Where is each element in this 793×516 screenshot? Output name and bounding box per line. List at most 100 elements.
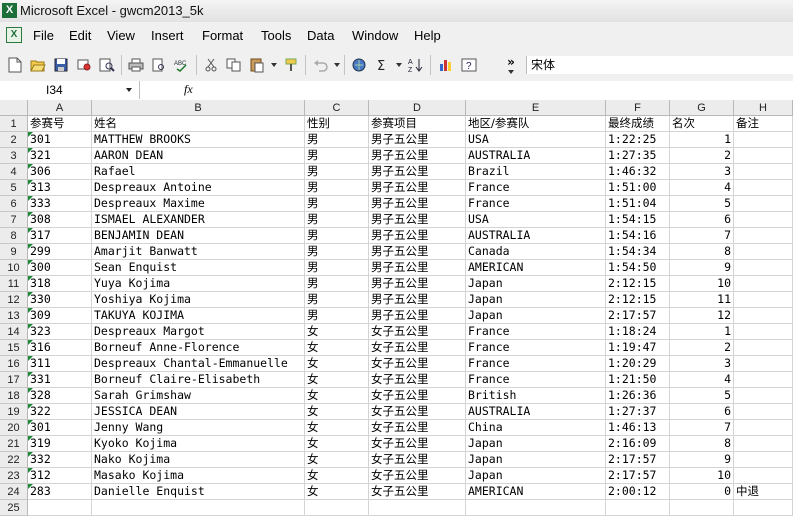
table-cell[interactable]: 331 (28, 372, 92, 388)
table-cell[interactable]: AUSTRALIA (466, 148, 606, 164)
table-cell[interactable] (466, 500, 606, 516)
table-cell[interactable]: Despreaux Chantal-Emmanuelle (92, 356, 305, 372)
table-cell[interactable]: 2:17:57 (606, 308, 670, 324)
menu-data[interactable]: Data (307, 28, 334, 43)
table-cell[interactable]: 1:54:34 (606, 244, 670, 260)
table-cell[interactable] (606, 500, 670, 516)
table-cell[interactable]: Brazil (466, 164, 606, 180)
table-cell[interactable]: 男子五公里 (369, 228, 466, 244)
table-cell[interactable] (734, 148, 793, 164)
table-cell[interactable]: Masako Kojima (92, 468, 305, 484)
table-cell[interactable]: France (466, 356, 606, 372)
table-cell[interactable]: 321 (28, 148, 92, 164)
table-cell[interactable] (734, 292, 793, 308)
column-header-c[interactable]: C (305, 100, 369, 116)
table-cell[interactable] (734, 196, 793, 212)
table-cell[interactable]: 5 (670, 388, 734, 404)
row-header-22[interactable]: 22 (0, 452, 28, 468)
table-cell[interactable]: 300 (28, 260, 92, 276)
table-cell[interactable]: ISMAEL ALEXANDER (92, 212, 305, 228)
header-cell[interactable]: 性别 (305, 116, 369, 132)
table-cell[interactable]: 男 (305, 180, 369, 196)
menu-edit[interactable]: Edit (69, 28, 91, 43)
table-cell[interactable]: 女 (305, 340, 369, 356)
table-cell[interactable]: 4 (670, 180, 734, 196)
print-icon[interactable] (127, 56, 145, 74)
table-cell[interactable]: 1:51:00 (606, 180, 670, 196)
table-cell[interactable] (734, 388, 793, 404)
table-cell[interactable]: 9 (670, 260, 734, 276)
name-box-dropdown-arrow[interactable] (126, 88, 132, 92)
table-cell[interactable]: Japan (466, 452, 606, 468)
table-cell[interactable]: Sarah Grimshaw (92, 388, 305, 404)
toolbar-options-chevron-icon[interactable]: » (502, 53, 520, 71)
insert-function-icon[interactable]: fx (184, 82, 193, 97)
table-cell[interactable]: 男子五公里 (369, 308, 466, 324)
table-cell[interactable]: 男子五公里 (369, 148, 466, 164)
table-cell[interactable]: 男子五公里 (369, 244, 466, 260)
table-cell[interactable]: Japan (466, 276, 606, 292)
table-cell[interactable]: 1:54:50 (606, 260, 670, 276)
menu-tools[interactable]: Tools (261, 28, 291, 43)
table-cell[interactable]: Canada (466, 244, 606, 260)
toolbar-options-dropdown-arrow[interactable] (508, 70, 514, 74)
table-cell[interactable]: British (466, 388, 606, 404)
table-cell[interactable]: Yuya Kojima (92, 276, 305, 292)
table-cell[interactable]: China (466, 420, 606, 436)
autosum-dropdown-arrow[interactable] (396, 63, 402, 67)
table-cell[interactable]: BENJAMIN DEAN (92, 228, 305, 244)
table-cell[interactable]: AARON DEAN (92, 148, 305, 164)
table-cell[interactable]: 1:20:29 (606, 356, 670, 372)
table-cell[interactable]: 328 (28, 388, 92, 404)
table-cell[interactable] (734, 356, 793, 372)
row-header-16[interactable]: 16 (0, 356, 28, 372)
table-cell[interactable]: 311 (28, 356, 92, 372)
table-cell[interactable]: MATTHEW BROOKS (92, 132, 305, 148)
save-icon[interactable] (52, 56, 70, 74)
header-cell[interactable]: 参赛项目 (369, 116, 466, 132)
table-cell[interactable]: Borneuf Claire-Elisabeth (92, 372, 305, 388)
table-cell[interactable]: 4 (670, 372, 734, 388)
row-header-19[interactable]: 19 (0, 404, 28, 420)
table-cell[interactable]: Japan (466, 292, 606, 308)
table-cell[interactable]: 2:12:15 (606, 276, 670, 292)
header-cell[interactable]: 姓名 (92, 116, 305, 132)
header-cell[interactable]: 名次 (670, 116, 734, 132)
table-cell[interactable]: 女 (305, 404, 369, 420)
table-cell[interactable]: 7 (670, 228, 734, 244)
spelling-icon[interactable]: ABC (173, 56, 191, 74)
table-cell[interactable]: 10 (670, 468, 734, 484)
row-header-25[interactable]: 25 (0, 500, 28, 516)
table-cell[interactable]: France (466, 340, 606, 356)
table-cell[interactable]: 6 (670, 404, 734, 420)
table-cell[interactable]: 308 (28, 212, 92, 228)
table-cell[interactable]: 3 (670, 164, 734, 180)
table-cell[interactable]: Despreaux Maxime (92, 196, 305, 212)
table-cell[interactable]: 306 (28, 164, 92, 180)
table-cell[interactable]: 299 (28, 244, 92, 260)
table-cell[interactable]: 男 (305, 132, 369, 148)
table-cell[interactable]: 1 (670, 324, 734, 340)
table-cell[interactable]: 1:54:16 (606, 228, 670, 244)
table-cell[interactable]: 317 (28, 228, 92, 244)
print-preview-icon[interactable] (98, 56, 116, 74)
table-cell[interactable] (734, 324, 793, 340)
row-header-1[interactable]: 1 (0, 116, 28, 132)
workbook-icon[interactable]: X (6, 27, 22, 43)
table-cell[interactable]: USA (466, 212, 606, 228)
menu-insert[interactable]: Insert (151, 28, 184, 43)
table-cell[interactable]: 男子五公里 (369, 132, 466, 148)
table-cell[interactable]: France (466, 324, 606, 340)
table-cell[interactable] (734, 180, 793, 196)
table-cell[interactable]: 11 (670, 292, 734, 308)
format-painter-icon[interactable] (283, 56, 301, 74)
table-cell[interactable] (28, 500, 92, 516)
table-cell[interactable] (734, 228, 793, 244)
row-header-3[interactable]: 3 (0, 148, 28, 164)
table-cell[interactable]: 319 (28, 436, 92, 452)
table-cell[interactable]: 1:51:04 (606, 196, 670, 212)
table-cell[interactable] (734, 404, 793, 420)
table-cell[interactable]: 330 (28, 292, 92, 308)
table-cell[interactable]: Kyoko Kojima (92, 436, 305, 452)
table-cell[interactable]: JESSICA DEAN (92, 404, 305, 420)
